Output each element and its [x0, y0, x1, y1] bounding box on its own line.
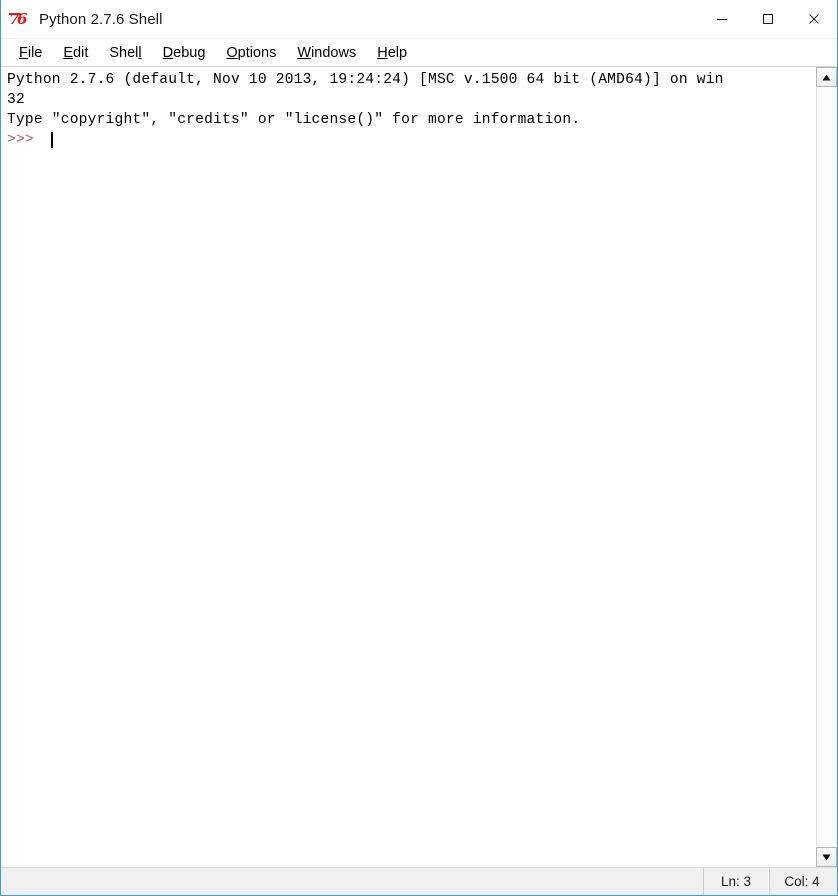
scrollbar-trough[interactable]: [816, 88, 837, 846]
shell-prompt-line[interactable]: >>>: [7, 130, 815, 150]
shell-prompt: >>>: [7, 132, 43, 148]
title-bar-left: 7 6 Python 2.7.6 Shell: [1, 9, 699, 29]
vertical-scrollbar[interactable]: [815, 67, 837, 867]
shell-output-line: 32: [7, 92, 25, 108]
window-title: Python 2.7.6 Shell: [39, 10, 163, 28]
menu-bar: File Edit Shell Debug Options Windows He…: [1, 39, 837, 67]
python-idle-icon: 7 6: [9, 9, 31, 29]
shell-content: Python 2.7.6 (default, Nov 10 2013, 19:2…: [1, 67, 837, 867]
text-caret: [50, 132, 53, 148]
shell-output-line: Type "copyright", "credits" or "license(…: [7, 112, 581, 128]
close-button[interactable]: [791, 0, 837, 38]
menu-item-shell[interactable]: Shell: [99, 43, 152, 63]
status-line-indicator: Ln: 3: [703, 868, 769, 895]
shell-output-line: Python 2.7.6 (default, Nov 10 2013, 19:2…: [7, 72, 724, 88]
shell-text-area[interactable]: Python 2.7.6 (default, Nov 10 2013, 19:2…: [1, 67, 815, 867]
menu-item-debug[interactable]: Debug: [153, 43, 217, 63]
menu-item-edit[interactable]: Edit: [53, 43, 99, 63]
maximize-button[interactable]: [745, 0, 791, 38]
title-bar: 7 6 Python 2.7.6 Shell: [1, 0, 837, 39]
minimize-button[interactable]: [699, 0, 745, 38]
scroll-down-arrow-icon[interactable]: [816, 847, 837, 867]
menu-item-file[interactable]: File: [9, 43, 53, 63]
menu-item-options[interactable]: Options: [216, 43, 287, 63]
status-bar: Ln: 3 Col: 4: [1, 867, 837, 895]
scroll-up-arrow-icon[interactable]: [816, 67, 837, 87]
python-shell-window: 7 6 Python 2.7.6 Shell File Edit Shell D…: [0, 0, 838, 896]
status-column-indicator: Col: 4: [769, 868, 837, 895]
window-controls: [699, 0, 837, 38]
menu-item-windows[interactable]: Windows: [287, 43, 367, 63]
menu-item-help[interactable]: Help: [367, 43, 418, 63]
svg-text:6: 6: [17, 10, 28, 28]
